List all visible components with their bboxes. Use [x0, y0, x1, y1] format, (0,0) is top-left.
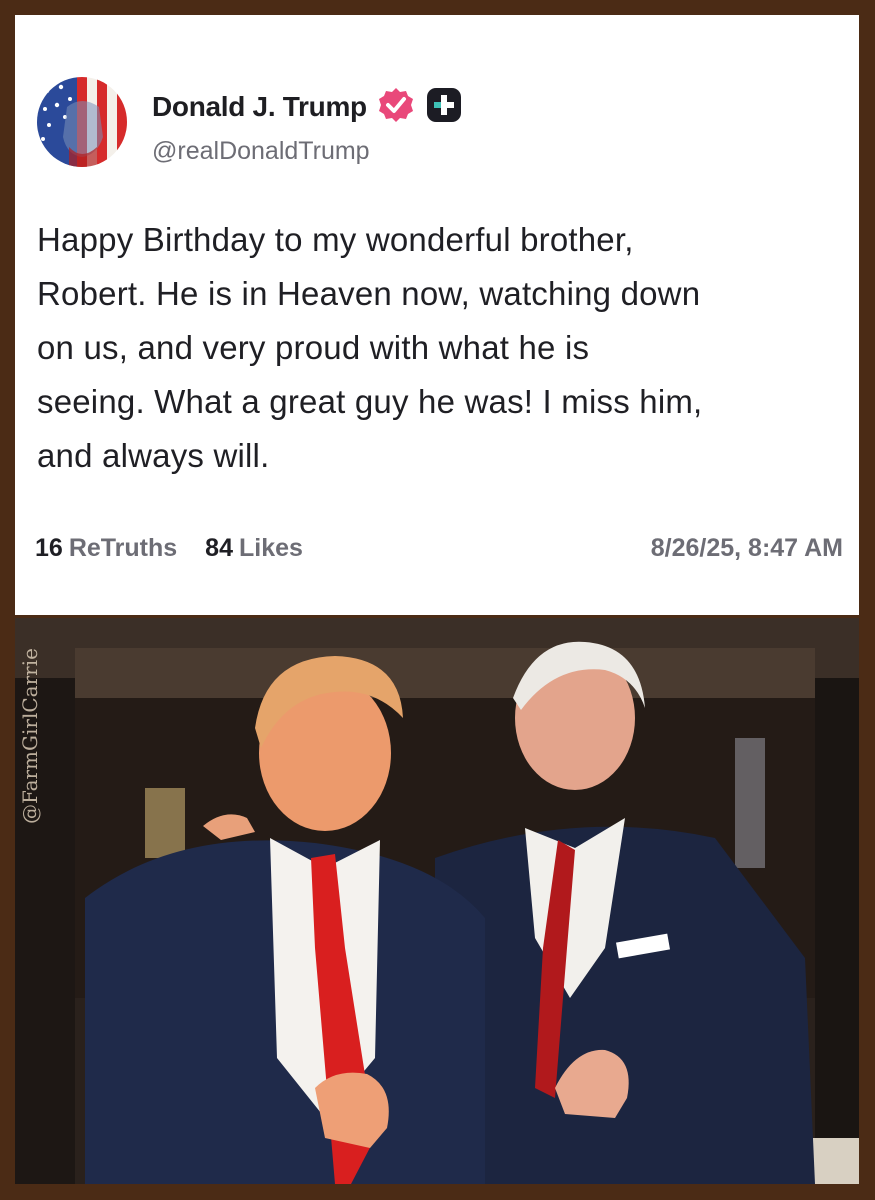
- plus-subscriber-icon: [425, 86, 463, 129]
- watermark-text: @FarmGirlCarrie: [18, 648, 43, 824]
- retruths-stat[interactable]: 16 ReTruths: [35, 534, 177, 563]
- post-stats-row: 16 ReTruths 84 Likes 8/26/25, 8:47 AM: [35, 530, 843, 566]
- photo-watermark: @FarmGirlCarrie: [14, 618, 46, 854]
- verified-badge-icon: [377, 86, 415, 129]
- photo-two-men-illustration: [15, 618, 859, 1184]
- author-display-name[interactable]: Donald J. Trump: [152, 91, 367, 123]
- likes-count: 84: [205, 533, 233, 562]
- author-handle[interactable]: @realDonaldTrump: [152, 137, 370, 166]
- profile-avatar[interactable]: [37, 77, 127, 167]
- retruths-count: 16: [35, 533, 63, 562]
- avatar-flag-portrait-icon: [37, 77, 127, 167]
- likes-label: Likes: [238, 533, 303, 562]
- likes-stat[interactable]: 84 Likes: [205, 534, 303, 563]
- author-name-row: Donald J. Trump: [152, 87, 463, 127]
- page-frame: Donald J. Trump @realDonaldTrump Happy B…: [0, 0, 875, 1200]
- truth-post-card: Donald J. Trump @realDonaldTrump Happy B…: [15, 15, 859, 615]
- post-timestamp[interactable]: 8/26/25, 8:47 AM: [651, 534, 843, 563]
- post-body-text: Happy Birthday to my wonderful brother, …: [37, 221, 703, 474]
- retruths-label: ReTruths: [68, 533, 178, 562]
- post-photo: [15, 618, 859, 1184]
